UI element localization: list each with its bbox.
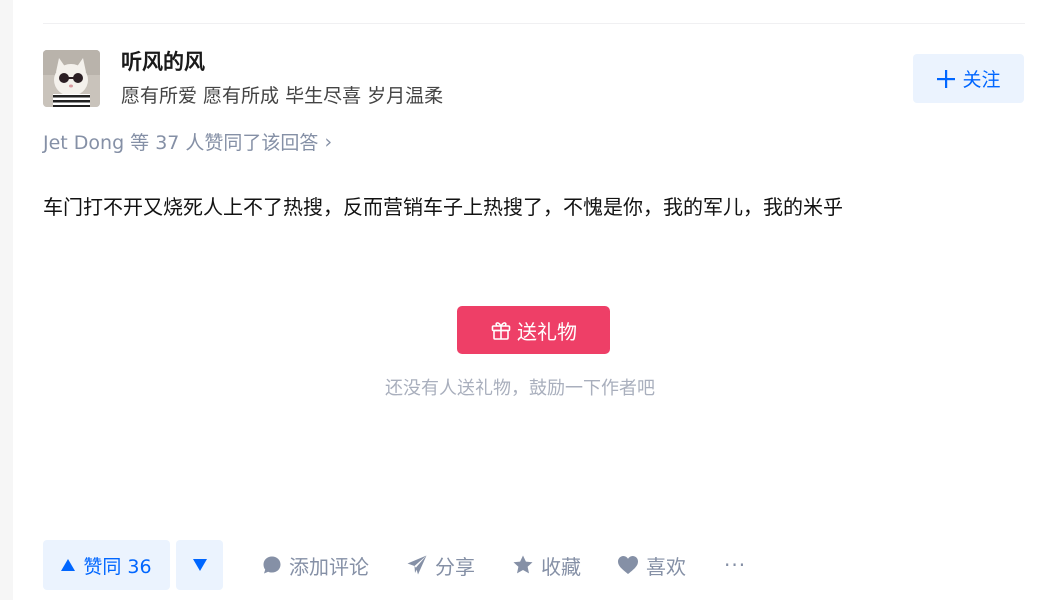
comment-button[interactable]: 添加评论 [262,551,369,580]
collect-button[interactable]: 收藏 [512,551,581,580]
top-divider [43,23,1025,24]
heart-icon [618,556,638,574]
comment-bubble-icon [263,556,281,574]
follow-button-label: 关注 [962,69,1001,91]
voters-summary-text: Jet Dong 等 37 人赞同了该回答 [43,132,319,154]
vote-up-label: 赞同 36 [83,555,152,578]
follow-button[interactable]: 关注 [913,54,1024,103]
send-gift-button[interactable]: 送礼物 [457,306,610,354]
chevron-right-icon: › [324,130,333,153]
like-button[interactable]: 喜欢 [617,551,686,580]
answer-content: 车门打不开又烧死人上不了热搜，反而营销车子上热搜了，不愧是你，我的军儿，我的米乎 [43,195,843,219]
more-options-button[interactable]: ··· [724,553,746,577]
author-name[interactable]: 听风的风 [121,46,205,76]
vote-down-button[interactable] [176,540,223,590]
vote-up-button[interactable]: 赞同 36 [43,540,170,590]
gift-hint: 还没有人送礼物，鼓励一下作者吧 [385,378,655,399]
author-bio: 愿有所爱 愿有所成 毕生尽喜 岁月温柔 [121,85,444,107]
send-gift-button-label: 送礼物 [517,319,577,344]
avatar[interactable] [43,50,100,107]
answer-card: 听风的风 愿有所爱 愿有所成 毕生尽喜 岁月温柔 关注 Jet Dong 等 3… [13,0,1040,600]
like-button-label: 喜欢 [646,554,686,579]
share-button-label: 分享 [435,554,475,579]
star-icon [513,555,533,574]
triangle-up-icon [61,559,76,571]
share-button[interactable]: 分享 [406,551,475,580]
gift-icon [491,322,511,340]
action-bar: 赞同 36 添加评论 分享 收藏 喜欢 ··· [43,540,746,590]
voters-summary-link[interactable]: Jet Dong 等 37 人赞同了该回答 › [43,128,332,155]
plus-icon [937,69,956,88]
triangle-down-icon [192,559,207,571]
paper-plane-icon [407,555,427,575]
avatar-cat-image [43,50,100,107]
comment-button-label: 添加评论 [289,554,369,579]
collect-button-label: 收藏 [541,554,581,579]
